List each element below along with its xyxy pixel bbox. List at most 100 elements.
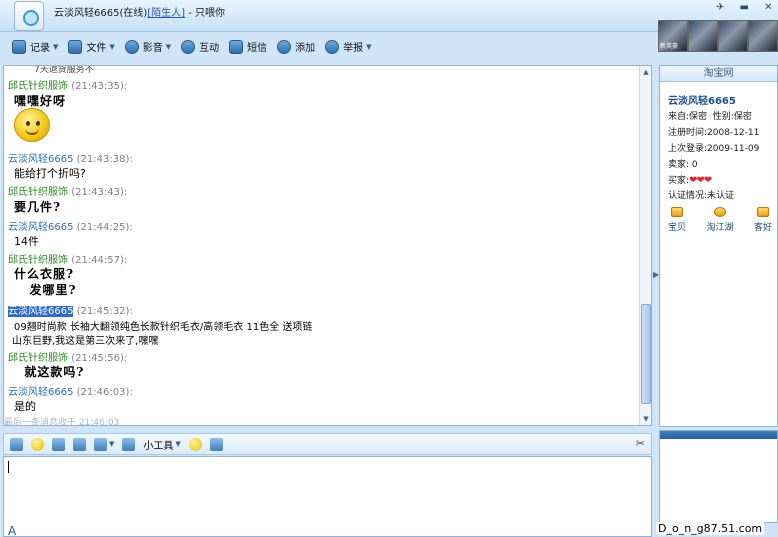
font-icon[interactable] bbox=[10, 437, 23, 451]
magic-icon[interactable] bbox=[52, 437, 65, 451]
sms-label: 短信 bbox=[247, 43, 268, 54]
report-button[interactable]: 举报 ▼ bbox=[325, 39, 372, 54]
profile-cert-row: 认证情况:未认证 bbox=[668, 188, 734, 201]
last-login-value: 2009-11-09 bbox=[707, 144, 760, 154]
message-header: 邱氏针织服饰 (21:44:57): bbox=[8, 251, 127, 266]
panel-title: 淘宝网 bbox=[660, 66, 777, 82]
jianghu-link[interactable]: 淘江湖 bbox=[706, 207, 734, 233]
good-reviews-link[interactable]: 客好 bbox=[754, 207, 772, 233]
ad-thumbnail[interactable]: 新英豪 bbox=[658, 20, 688, 52]
bell-icon[interactable] bbox=[188, 437, 202, 451]
message-text: 14件 bbox=[14, 235, 39, 248]
history-button[interactable]: 记录 ▼ bbox=[12, 39, 58, 54]
from-label: 来自: bbox=[668, 112, 690, 122]
message-time: (21:46:03): bbox=[76, 387, 133, 398]
report-label: 举报 bbox=[343, 43, 364, 54]
profile-name: 云淡风轻6665 bbox=[668, 96, 736, 107]
message-header: 云淡风轻6665 (21:46:03): bbox=[8, 383, 133, 398]
sender-name[interactable]: 云淡风轻6665 bbox=[8, 387, 73, 398]
profile-panel: 淘宝网 云淡风轻6665 来自:保密 性别:保密 注册时间:2008-12-11… bbox=[659, 65, 778, 427]
send-file-icon[interactable] bbox=[73, 437, 86, 451]
brush-icon[interactable] bbox=[209, 437, 223, 451]
message-text: 能给打个折吗? bbox=[14, 167, 86, 180]
message-text: 是的 bbox=[14, 400, 36, 413]
title-separator: - bbox=[185, 8, 196, 19]
seller-label: 卖家: bbox=[668, 160, 690, 170]
message-fragment: 7天退货服务不 bbox=[34, 65, 94, 75]
sender-name[interactable]: 云淡风轻6665 bbox=[8, 306, 74, 317]
message-header: 云淡风轻6665 (21:44:25): bbox=[8, 218, 133, 233]
scroll-up-icon[interactable]: ▲ bbox=[641, 67, 651, 77]
watermark: D_o_n_g87.51.com bbox=[656, 522, 765, 535]
cert-label: 认证情况: bbox=[668, 191, 708, 201]
reg-label: 注册时间: bbox=[668, 128, 708, 138]
chat-scrollbar[interactable]: ▲ ▼ bbox=[639, 66, 651, 425]
chevron-down-icon[interactable]: ▼ bbox=[109, 440, 114, 448]
message-time: (21:44:57): bbox=[71, 255, 128, 266]
interact-icon bbox=[181, 39, 196, 54]
title-tag-link[interactable]: [陌生人] bbox=[147, 8, 185, 19]
message-header: 邱氏针织服饰 (21:43:43): bbox=[8, 183, 127, 198]
tools-label[interactable]: 小工具 bbox=[143, 437, 173, 452]
window-controls[interactable]: ✈ ▬ ✕ bbox=[716, 2, 778, 13]
message-text: 就这款吗? bbox=[14, 365, 85, 379]
title-bar: 云淡风轻6665(在线)[陌生人] - 只喂你 ✈ ▬ ✕ 新英豪 bbox=[0, 0, 778, 52]
profile-links: 宝贝 淘江湖 客好 bbox=[668, 207, 772, 233]
last-login-label: 上次登录: bbox=[668, 144, 708, 154]
sender-name[interactable]: 邱氏针织服饰 bbox=[8, 187, 68, 198]
sender-name[interactable]: 邱氏针织服饰 bbox=[8, 81, 68, 92]
tools-icon[interactable] bbox=[122, 437, 136, 451]
profile-origin-row: 来自:保密 性别:保密 bbox=[668, 109, 752, 122]
scroll-down-icon[interactable]: ▼ bbox=[641, 414, 651, 424]
picture-icon[interactable] bbox=[94, 437, 107, 451]
message-text: 嘿嘿好呀 bbox=[14, 94, 67, 108]
report-icon bbox=[325, 39, 340, 54]
video-label: 影音 bbox=[142, 43, 163, 54]
message-header: 邱氏针织服饰 (21:43:35): bbox=[8, 77, 127, 92]
message-header: 云淡风轻6665 (21:45:32): bbox=[8, 302, 133, 317]
file-button[interactable]: 文件 ▼ bbox=[68, 39, 115, 54]
ad-thumbnail[interactable] bbox=[718, 20, 748, 52]
cert-value: 未认证 bbox=[707, 191, 735, 201]
question-icon bbox=[713, 207, 726, 217]
sender-name[interactable]: 云淡风轻6665 bbox=[8, 222, 73, 233]
items-link-label: 宝贝 bbox=[668, 223, 687, 233]
chevron-down-icon[interactable]: ▼ bbox=[109, 43, 114, 51]
message-time: (21:44:25): bbox=[76, 222, 133, 233]
scissors-icon[interactable]: ✂ bbox=[636, 437, 645, 450]
camera-icon bbox=[124, 39, 139, 54]
ad-thumbnail[interactable] bbox=[748, 20, 778, 52]
add-contact-icon bbox=[277, 39, 292, 54]
profile-reg-row: 注册时间:2008-12-11 bbox=[668, 125, 759, 138]
font-size-icon[interactable]: A bbox=[8, 524, 16, 537]
chevron-down-icon[interactable]: ▼ bbox=[366, 43, 371, 51]
chevron-down-icon[interactable]: ▼ bbox=[175, 440, 180, 448]
title-status: (在线) bbox=[119, 8, 148, 19]
title-motto: 只喂你 bbox=[195, 8, 226, 19]
scroll-thumb[interactable] bbox=[641, 304, 651, 404]
chevron-down-icon[interactable]: ▼ bbox=[166, 43, 171, 51]
interact-button[interactable]: 互动 bbox=[181, 39, 219, 54]
message-time: (21:45:32): bbox=[76, 306, 133, 317]
profile-buyer-row: 买家:❤❤❤ bbox=[668, 173, 712, 186]
items-link[interactable]: 宝贝 bbox=[668, 207, 686, 233]
emoticon-icon[interactable] bbox=[31, 437, 44, 451]
input-toolbar: ▼ 小工具 ▼ ✂ bbox=[3, 433, 652, 455]
video-button[interactable]: 影音 ▼ bbox=[124, 39, 171, 54]
chevron-down-icon[interactable]: ▼ bbox=[53, 43, 58, 51]
add-contact-button[interactable]: 添加 bbox=[277, 39, 315, 54]
message-text: 什么衣服? bbox=[14, 267, 75, 281]
sms-button[interactable]: 短信 bbox=[229, 39, 267, 54]
chat-history[interactable]: 7天退货服务不 邱氏针织服饰 (21:43:35): 嘿嘿好呀 云淡风轻6665… bbox=[3, 65, 652, 426]
sms-icon bbox=[229, 39, 244, 54]
text-cursor bbox=[8, 461, 9, 473]
sender-name[interactable]: 云淡风轻6665 bbox=[8, 154, 73, 165]
contact-avatar-icon[interactable] bbox=[14, 1, 44, 31]
reg-value: 2008-12-11 bbox=[707, 128, 760, 138]
message-text: 09翘时尚款 长袖大翻领纯色长款针织毛衣/高领毛衣 11色全 送项链 bbox=[14, 322, 313, 333]
smile-emoticon-icon bbox=[14, 108, 50, 142]
gender-value: 保密 bbox=[733, 112, 752, 122]
message-input[interactable]: A bbox=[3, 456, 652, 537]
buyer-label: 买家: bbox=[668, 176, 690, 186]
ad-thumbnail[interactable] bbox=[688, 20, 718, 52]
